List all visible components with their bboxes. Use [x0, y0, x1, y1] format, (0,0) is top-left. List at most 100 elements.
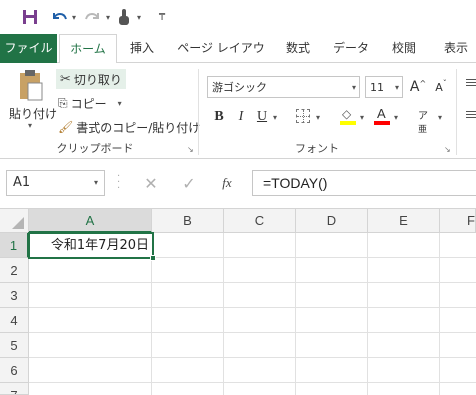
font-color-dropdown-icon[interactable]: ▾ [394, 113, 398, 122]
worksheet-grid[interactable]: A B C D E F 1 2 3 4 5 6 7 令和1年7月20日 [0, 209, 476, 395]
fill-handle[interactable] [150, 255, 156, 261]
tab-view[interactable]: 表示 [436, 34, 476, 63]
redo-dropdown-icon[interactable]: ▾ [104, 8, 112, 26]
font-color-button[interactable]: A [374, 106, 392, 127]
undo-icon[interactable] [50, 8, 68, 26]
font-name-dropdown-icon[interactable]: ▾ [352, 83, 356, 92]
copy-button[interactable]: ⎘ コピー ▾ [58, 93, 122, 113]
redo-icon[interactable] [84, 8, 102, 26]
tab-formulas[interactable]: 数式 [278, 34, 318, 63]
row-header-4[interactable]: 4 [0, 308, 29, 333]
font-size-value: 11 [370, 80, 384, 94]
grow-arrow-icon: ^ [419, 78, 427, 88]
gridline [29, 382, 476, 383]
column-header-c[interactable]: C [224, 209, 296, 233]
fill-color-button[interactable]: ◇ [340, 107, 358, 127]
grow-font-label: A [409, 79, 420, 95]
row-header-1[interactable]: 1 [0, 233, 29, 258]
undo-dropdown-icon[interactable]: ▾ [70, 8, 78, 26]
tab-home[interactable]: ホーム [59, 34, 117, 64]
ribbon-tabs: ファイル ホーム 挿入 ページ レイアウト 数式 データ 校閲 表示 [0, 34, 476, 84]
fill-color-swatch [340, 121, 356, 125]
touch-mode-dropdown-icon[interactable]: ▾ [135, 8, 143, 26]
grow-font-button[interactable]: A ^ [408, 76, 428, 98]
tab-insert[interactable]: 挿入 [121, 34, 163, 63]
insert-function-icon[interactable]: fx [208, 175, 246, 191]
paint-bucket-icon: ◇ [342, 107, 352, 121]
column-header-f[interactable]: F [440, 209, 476, 233]
gridline [29, 357, 476, 358]
row-header-7[interactable]: 7 [0, 383, 29, 395]
cut-label: 切り取り [73, 72, 122, 87]
font-size-dropdown-icon[interactable]: ▾ [395, 83, 399, 92]
select-all-triangle-icon [12, 217, 24, 229]
cell-a1-value: 令和1年7月20日 [50, 238, 149, 253]
select-all-button[interactable] [0, 209, 29, 233]
font-size-combo[interactable]: 11 ▾ [365, 76, 403, 98]
name-box[interactable]: A1 ▾ [6, 170, 105, 196]
copy-dropdown-icon[interactable]: ▾ [118, 99, 122, 108]
bold-button[interactable]: B [210, 107, 228, 127]
cut-button[interactable]: ✂ 切り取り [56, 69, 126, 89]
shrink-arrow-icon: ˇ [442, 78, 447, 88]
formula-input[interactable]: =TODAY() [252, 170, 476, 196]
font-name-value: 游ゴシック [212, 81, 267, 94]
align-top-icon[interactable] [466, 79, 476, 91]
tab-file[interactable]: ファイル [0, 34, 57, 63]
underline-button[interactable]: U [253, 107, 271, 127]
paste-icon [20, 70, 43, 101]
tab-review[interactable]: 校閲 [384, 34, 424, 63]
gridline [29, 282, 476, 283]
font-launcher-icon[interactable]: ↘ [444, 145, 451, 154]
shrink-font-button[interactable]: Aˇ [431, 76, 451, 98]
tab-page-layout[interactable]: ページ レイアウト [174, 34, 268, 84]
font-group-label: フォント [295, 142, 339, 155]
formula-bar: A1 ▾ · · · ✕ ✓ fx =TODAY() [0, 159, 476, 209]
copy-label: コピー [70, 96, 107, 111]
underline-dropdown-icon[interactable]: ▾ [273, 113, 277, 122]
scissors-icon: ✂ [60, 71, 71, 87]
paste-label: 貼り付け [8, 107, 57, 121]
paste-dropdown-icon[interactable]: ▾ [28, 121, 32, 130]
formula-buttons: ✕ ✓ fx [132, 170, 246, 196]
column-header-b[interactable]: B [152, 209, 224, 233]
italic-button[interactable]: I [232, 107, 250, 127]
phonetic-dropdown-icon[interactable]: ▾ [438, 113, 442, 122]
borders-icon[interactable] [296, 109, 310, 123]
clipboard-group-label: クリップボード [56, 142, 134, 155]
fill-color-dropdown-icon[interactable]: ▾ [360, 113, 364, 122]
font-color-swatch [374, 121, 390, 125]
format-painter-button[interactable]: 🖌 書式のコピー/貼り付け [58, 117, 200, 137]
copy-icon: ⎘ [58, 95, 68, 110]
gridline [29, 332, 476, 333]
save-icon[interactable] [22, 8, 38, 26]
font-color-letter-icon: A [377, 106, 386, 121]
column-header-a[interactable]: A [29, 209, 152, 233]
row-header-6[interactable]: 6 [0, 358, 29, 383]
align-left-icon[interactable] [466, 111, 476, 123]
ribbon-separator [198, 69, 199, 155]
format-painter-label: 書式のコピー/貼り付け [76, 120, 201, 135]
row-header-5[interactable]: 5 [0, 333, 29, 358]
ribbon-separator [456, 69, 457, 155]
paste-button[interactable]: 貼り付け ▾ [8, 69, 57, 135]
name-box-value: A1 [13, 175, 31, 190]
column-header-e[interactable]: E [368, 209, 440, 233]
name-box-dropdown-icon[interactable]: ▾ [94, 171, 98, 195]
cell-a1[interactable]: 令和1年7月20日 [28, 232, 156, 261]
tab-data[interactable]: データ [330, 34, 372, 63]
clipboard-launcher-icon[interactable]: ↘ [187, 145, 194, 154]
quick-access-toolbar: ▾ ▾ ▾ ₸ [0, 0, 476, 34]
shrink-font-label: A [435, 80, 443, 94]
font-name-combo[interactable]: 游ゴシック ▾ [207, 76, 360, 98]
phonetic-icon[interactable]: ア亜 [418, 107, 436, 135]
customize-icon[interactable]: ₸ [157, 8, 167, 26]
cancel-icon[interactable]: ✕ [132, 174, 170, 193]
row-header-3[interactable]: 3 [0, 283, 29, 308]
touch-mode-icon[interactable] [116, 8, 132, 26]
column-header-d[interactable]: D [296, 209, 368, 233]
enter-icon[interactable]: ✓ [170, 174, 208, 193]
format-painter-icon: 🖌 [58, 120, 74, 134]
row-header-2[interactable]: 2 [0, 258, 29, 283]
borders-dropdown-icon[interactable]: ▾ [316, 113, 320, 122]
